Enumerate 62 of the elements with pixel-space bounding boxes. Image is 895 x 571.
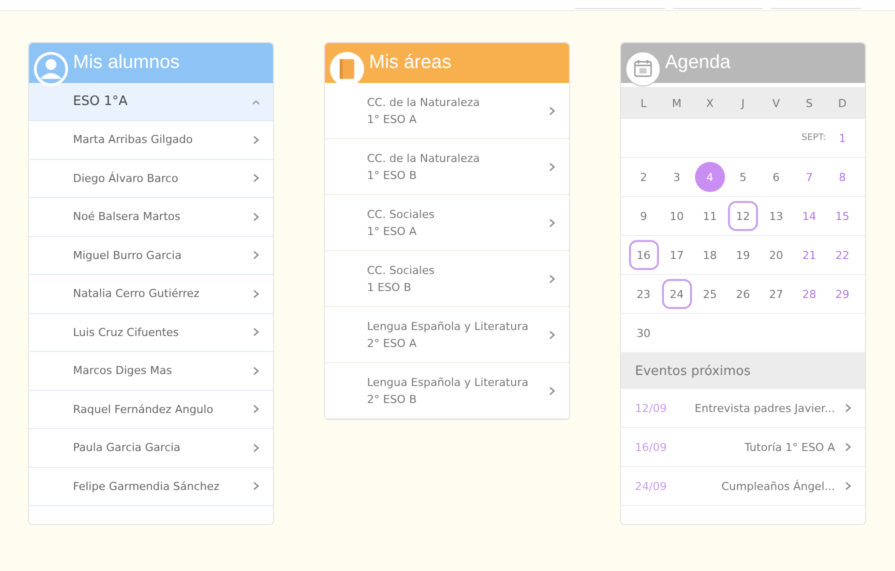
- calendar-day[interactable]: 15: [827, 201, 858, 231]
- calendar-day[interactable]: 14: [794, 201, 824, 231]
- calendar-day[interactable]: 18: [694, 240, 725, 270]
- calendar-day[interactable]: 26: [728, 279, 758, 309]
- calendar-day[interactable]: 25: [694, 279, 725, 309]
- calendar-day[interactable]: 9: [628, 201, 659, 231]
- chevron-right-icon: [547, 274, 557, 284]
- chevron-right-icon: [843, 403, 853, 413]
- panel-title: Mis alumnos: [73, 52, 180, 74]
- calendar-day[interactable]: 19: [728, 240, 758, 270]
- chevron-right-icon: [547, 218, 557, 228]
- chevron-right-icon: [843, 481, 853, 491]
- calendar-day[interactable]: 7: [794, 162, 824, 192]
- chevron-right-icon: [547, 162, 557, 172]
- weekday-label: S: [804, 96, 814, 110]
- chevron-right-icon: [251, 212, 261, 222]
- calendar-day[interactable]: 8: [827, 162, 858, 192]
- calendar-day[interactable]: 24: [662, 279, 692, 309]
- weekday-label: J: [740, 96, 746, 110]
- weekday-label: D: [837, 96, 848, 110]
- panel-title: Agenda: [665, 52, 731, 74]
- calendar-day[interactable]: 21: [794, 240, 824, 270]
- chevron-right-icon: [251, 327, 261, 338]
- month-label: SEPT:: [801, 133, 826, 143]
- events-heading: Eventos próximos: [621, 353, 865, 389]
- weekday-label: M: [670, 96, 682, 110]
- chevron-right-icon: [547, 330, 557, 340]
- chevron-right-icon: [251, 442, 261, 453]
- chevron-right-icon: [251, 366, 261, 376]
- calendar-day[interactable]: 1: [827, 123, 858, 153]
- chevron-right-icon: [251, 404, 261, 414]
- chevron-right-icon: [251, 134, 261, 145]
- calendar-day[interactable]: 3: [662, 162, 692, 192]
- weekday-label: L: [640, 96, 648, 110]
- calendar-day[interactable]: 17: [662, 240, 692, 270]
- group-row[interactable]: ESO 1°A: [29, 83, 273, 121]
- calendar-day[interactable]: 2: [628, 162, 659, 192]
- calendar-day[interactable]: 12: [728, 201, 758, 231]
- calendar-day[interactable]: 11: [694, 201, 725, 231]
- calendar-day[interactable]: 20: [761, 240, 792, 270]
- chevron-right-icon: [251, 481, 261, 492]
- chevron-right-icon: [251, 173, 261, 184]
- calendar-day[interactable]: 4: [694, 162, 725, 192]
- calendar-day[interactable]: 29: [827, 279, 858, 309]
- chevron-right-icon: [547, 106, 557, 116]
- calendar-day[interactable]: 10: [662, 201, 692, 231]
- calendar-day[interactable]: 22: [827, 240, 858, 270]
- chevron-right-icon: [843, 442, 853, 452]
- chevron-right-icon: [251, 250, 261, 260]
- calendar-day[interactable]: 13: [761, 201, 792, 231]
- calendar-day[interactable]: 16: [628, 240, 659, 270]
- calendar-day[interactable]: 6: [761, 162, 792, 192]
- weekday-label: X: [705, 96, 715, 110]
- calendar-day[interactable]: 5: [728, 162, 758, 192]
- chevron-right-icon: [547, 386, 557, 396]
- calendar-day[interactable]: 30: [628, 318, 659, 348]
- panel-title: Mis áreas: [369, 52, 452, 74]
- calendar-day[interactable]: 27: [761, 279, 792, 309]
- weekday-label: V: [771, 96, 781, 110]
- calendar-day[interactable]: 23: [628, 279, 659, 309]
- chevron-right-icon: [251, 288, 261, 299]
- calendar-day[interactable]: 28: [794, 279, 824, 309]
